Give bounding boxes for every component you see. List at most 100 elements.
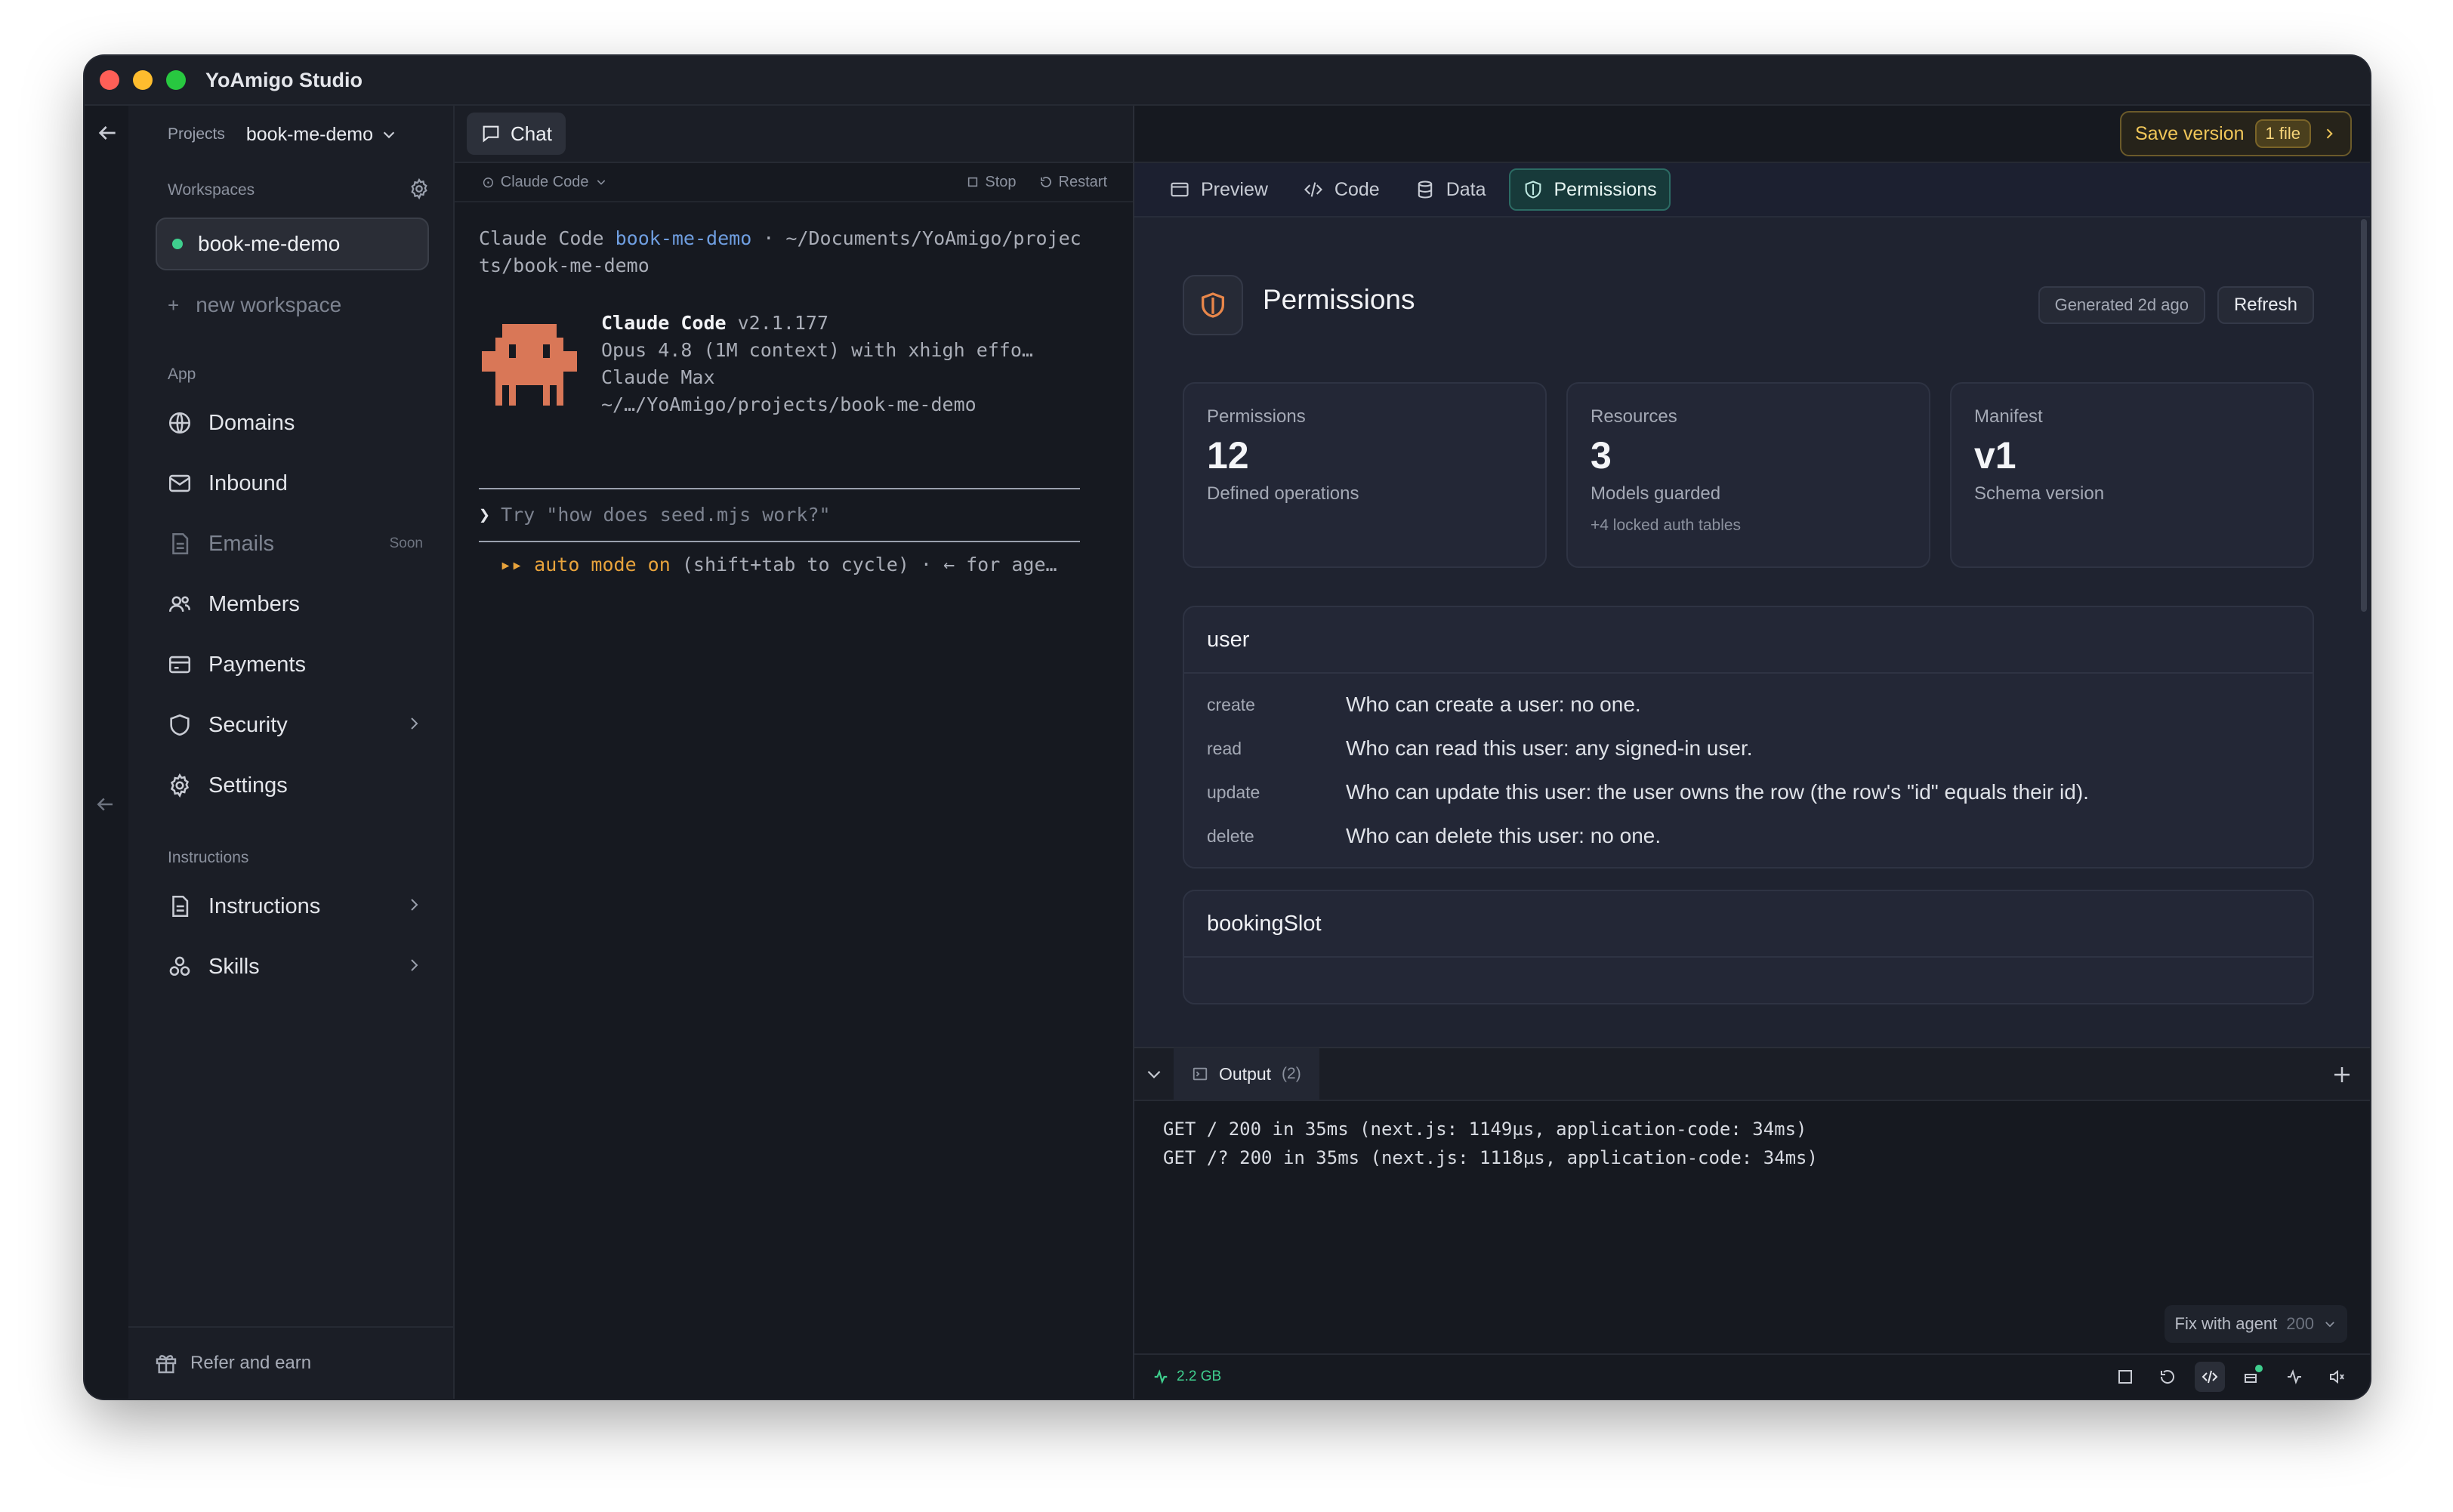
shield-icon [1183,275,1243,335]
stats-row: Permissions 12 Defined operations Resour… [1183,382,2314,568]
prompt-input[interactable]: ❯ Try "how does seed.mjs work?" [479,488,1080,542]
square-icon[interactable] [2110,1362,2140,1392]
chevron-down-icon [597,180,605,185]
rule-text: Who can read this user: any signed-in us… [1346,736,1753,760]
stat-description: Schema version [1974,483,2105,504]
sidebar-item-domains[interactable]: Domains [128,393,453,453]
add-terminal-button[interactable] [2331,1063,2353,1090]
stat-card-permissions: Permissions 12 Defined operations [1183,382,1547,568]
tab-code[interactable]: Code [1291,168,1392,211]
model-card-user: user create Who can create a user: no on… [1183,606,2314,869]
rule-text: Who can create a user: no one. [1346,693,1641,716]
project-selector[interactable]: Projects book-me-demo [128,106,453,163]
sidebar-item-payments[interactable]: Payments [128,634,453,695]
code-icon [1304,182,1322,197]
sidebar-item-settings[interactable]: Settings [128,755,453,816]
collapse-output-button[interactable] [1134,1064,1174,1084]
mode-hint: (shift+tab to cycle) · ← for age… [670,554,1057,575]
claude-banner: Claude Code v2.1.177 Opus 4.8 (1M contex… [479,310,1109,418]
project-name[interactable]: book-me-demo [246,124,397,146]
terminal-icon [1193,1067,1208,1081]
inbox-icon [166,470,193,497]
terminal-header: Claude Code book-me-demo · ~/Documents/Y… [479,225,1109,252]
sidebar-item-label: Instructions [208,893,321,918]
code-icon[interactable] [2195,1362,2225,1392]
tab-chat[interactable]: Chat [467,113,566,155]
refresh-icon[interactable] [2152,1362,2183,1392]
save-version-button[interactable]: Save version 1 file [2119,111,2352,156]
refresh-button[interactable]: Refresh [2217,286,2314,324]
terminal-app: Claude Code [479,227,616,249]
model-name: bookingSlot [1184,891,2313,958]
rule-operation: create [1207,694,1255,714]
deploy-icon[interactable] [2237,1362,2267,1392]
log-line: GET /? 200 in 35ms (next.js: 1118µs, app… [1163,1147,1818,1168]
tab-data[interactable]: Data [1402,168,1498,211]
tab-permissions[interactable]: Permissions [1508,168,1671,211]
chevron-down-icon [383,131,395,139]
prompt-placeholder: Try "how does seed.mjs work?" [501,504,831,526]
tab-chat-label: Chat [511,122,552,145]
restart-button[interactable]: Restart [1039,174,1107,191]
tab-preview[interactable]: Preview [1157,168,1280,211]
fix-with-agent-label: Fix with agent [2174,1314,2278,1333]
sidebar-item-members[interactable]: Members [128,574,453,634]
close-window-button[interactable] [100,70,119,90]
stop-button[interactable]: Stop [967,174,1017,191]
chat-bubble-icon [483,125,499,143]
sidebar-item-emails[interactable]: Emails Soon [128,514,453,574]
agent-selector[interactable]: ⊙ Claude Code [482,173,607,192]
restart-icon [1040,177,1051,187]
tab-output[interactable]: Output (2) [1174,1048,1319,1100]
banner-name: Claude Code [601,312,727,334]
workspaces-title: Workspaces [168,181,255,199]
permissions-header: Permissions Generated 2d ago Refresh [1183,275,2314,335]
banner-version: v2.1.177 [726,312,829,334]
tab-preview-label: Preview [1201,178,1268,200]
new-workspace-label: new workspace [196,293,342,316]
sidebar-item-security[interactable]: Security [128,695,453,755]
stat-label: Permissions [1207,406,1306,427]
back-arrow-icon[interactable] [95,121,119,149]
instructions-group-label: Instructions [168,849,249,866]
output-panel: Output (2) GET / 200 in 35ms (next.js: 1… [1134,1047,2370,1353]
mascot-icon [482,324,577,406]
chevron-right-icon [405,896,423,918]
speaker-icon[interactable] [2322,1362,2352,1392]
shield-icon [1525,181,1541,199]
rule-text: Who can delete this user: no one. [1346,824,1662,847]
workspace-item-active[interactable]: book-me-demo [156,218,429,270]
output-log: GET / 200 in 35ms (next.js: 1149µs, appl… [1134,1101,2370,1186]
chevron-down-icon [2325,1322,2334,1328]
document-icon [166,893,193,920]
log-line: GET / 200 in 35ms (next.js: 1149µs, appl… [1163,1119,1807,1140]
projects-label: Projects [168,125,225,143]
sidebar-item-inbound[interactable]: Inbound [128,453,453,514]
save-version-label: Save version [2134,122,2245,144]
gear-icon[interactable] [408,177,430,204]
stat-card-manifest: Manifest v1 Schema version [1950,382,2314,568]
workspace-link[interactable]: book-me-demo [616,227,752,249]
preview-icon [1171,182,1189,197]
content-scrollbar[interactable] [2361,219,2367,612]
new-workspace-button[interactable]: + new workspace [128,270,453,340]
skills-icon [166,953,193,980]
sidebar-item-skills[interactable]: Skills [128,937,453,997]
sidebar-item-label: Emails [208,531,275,556]
activity-icon[interactable] [2279,1362,2310,1392]
zoom-window-button[interactable] [166,70,186,90]
sidebar-item-instructions[interactable]: Instructions [128,876,453,937]
app-group-label: App [168,366,196,383]
rule-text: Who can update this user: the user owns … [1346,780,2089,804]
collapse-sidebar-icon[interactable] [94,793,116,819]
terminal-path-continued: ts/book-me-demo [479,255,650,276]
stat-label: Manifest [1974,406,2043,427]
app-title: YoAmigo Studio [205,68,363,91]
fix-with-agent-button[interactable]: Fix with agent 200 [2164,1305,2347,1343]
workspaces-header: Workspaces [128,163,453,218]
rule-operation: update [1207,782,1260,802]
refer-and-earn-button[interactable]: Refer and earn [128,1326,453,1399]
mode-text: auto mode on [534,554,671,575]
plus-icon: + [168,293,180,316]
minimize-window-button[interactable] [133,70,153,90]
